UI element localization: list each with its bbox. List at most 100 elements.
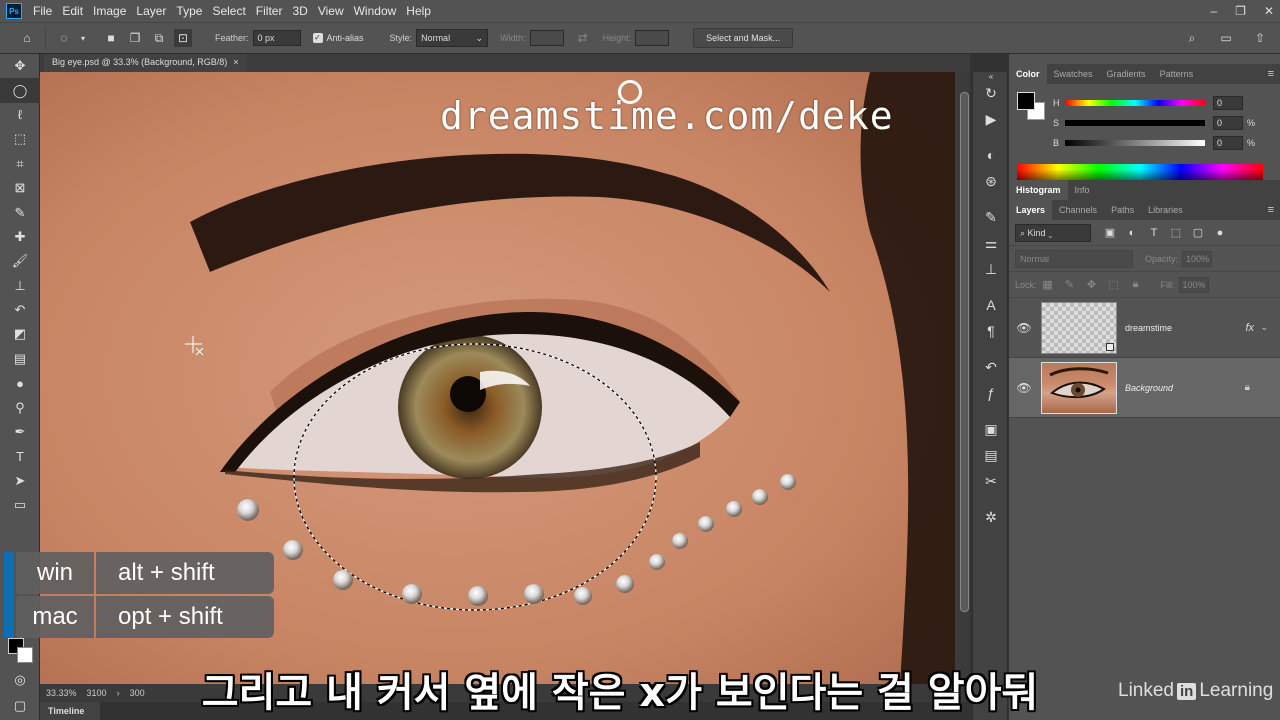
lock-all-icon[interactable]: 🔒︎: [1125, 278, 1147, 291]
hue-slider[interactable]: [1065, 100, 1205, 106]
style-select[interactable]: Normal ⌄: [416, 29, 489, 47]
tab-paths[interactable]: Paths: [1104, 200, 1141, 220]
lock-image-icon[interactable]: ✎: [1059, 278, 1081, 291]
menu-help[interactable]: Help: [401, 4, 436, 18]
hue-input[interactable]: 0: [1213, 96, 1243, 110]
saturation-slider[interactable]: [1065, 120, 1205, 126]
move-tool-icon[interactable]: ✥: [0, 54, 40, 78]
filter-smart-object-icon[interactable]: ▢: [1187, 226, 1209, 239]
tab-swatches[interactable]: Swatches: [1047, 64, 1100, 84]
foreground-background-swatches[interactable]: [8, 638, 36, 666]
menu-edit[interactable]: Edit: [57, 4, 88, 18]
menu-view[interactable]: View: [313, 4, 349, 18]
elliptical-marquee-tool-icon[interactable]: ◯: [0, 78, 40, 103]
color-fg-bg-swatch[interactable]: [1017, 92, 1047, 122]
blur-tool-icon[interactable]: ●: [0, 371, 40, 395]
lock-transparent-icon[interactable]: ▦: [1037, 278, 1059, 291]
menu-image[interactable]: Image: [88, 4, 131, 18]
anti-alias-checkbox[interactable]: ✓: [312, 33, 323, 43]
type-tool-icon[interactable]: T: [0, 444, 40, 468]
brightness-input[interactable]: 0: [1213, 136, 1243, 150]
tab-libraries[interactable]: Libraries: [1141, 200, 1190, 220]
menu-file[interactable]: File: [28, 4, 57, 18]
layer-name[interactable]: dreamstime: [1125, 323, 1172, 333]
layer-row[interactable]: 👁︎ dreamstime fx ⌄: [1009, 298, 1280, 358]
search-icon[interactable]: ⌕: [1183, 29, 1201, 47]
new-selection-icon[interactable]: ■: [102, 29, 120, 47]
frame-tool-icon[interactable]: ⊠: [0, 176, 40, 200]
visibility-eye-icon[interactable]: 👁︎: [1009, 381, 1039, 395]
subtract-from-selection-icon[interactable]: ⧉: [150, 29, 168, 47]
add-to-selection-icon[interactable]: ❐: [126, 29, 144, 47]
fx-icon[interactable]: fx: [1245, 322, 1254, 334]
brush-settings-icon[interactable]: ⚌: [973, 230, 1009, 256]
close-icon[interactable]: ✕: [1264, 4, 1274, 18]
close-tab-icon[interactable]: ×: [233, 57, 238, 69]
saturation-input[interactable]: 0: [1213, 116, 1243, 130]
select-and-mask-button[interactable]: Select and Mask...: [693, 28, 794, 48]
history-panel-icon[interactable]: ↻: [973, 80, 1009, 106]
tab-color[interactable]: Color: [1009, 64, 1047, 84]
layer-name[interactable]: Background: [1125, 383, 1173, 393]
chevron-down-icon[interactable]: ▾: [79, 29, 87, 47]
height-input[interactable]: [635, 30, 670, 46]
properties-panel-icon[interactable]: ▣: [973, 416, 1009, 442]
photoshop-logo-icon[interactable]: Ps: [6, 3, 22, 19]
foreground-color-swatch[interactable]: [1017, 92, 1035, 110]
paragraph-panel-icon[interactable]: ¶: [973, 318, 1009, 344]
healing-brush-tool-icon[interactable]: ✚: [0, 225, 40, 249]
blend-mode-select[interactable]: Normal: [1015, 249, 1133, 268]
menu-window[interactable]: Window: [349, 4, 402, 18]
swap-icon[interactable]: ⇄: [574, 29, 592, 47]
canvas-vertical-scrollbar[interactable]: [955, 72, 970, 684]
panel-menu-icon[interactable]: ≡: [1268, 204, 1274, 216]
filter-toggle-icon[interactable]: ●: [1209, 227, 1231, 239]
tab-info[interactable]: Info: [1068, 180, 1097, 200]
kind-filter-select[interactable]: ⌕ Kind ⌄: [1015, 223, 1091, 242]
gradient-tool-icon[interactable]: ▤: [0, 347, 40, 371]
3d-panel-icon[interactable]: ✲: [973, 504, 1009, 530]
filter-type-icon[interactable]: T: [1143, 227, 1165, 239]
tab-channels[interactable]: Channels: [1052, 200, 1104, 220]
menu-layer[interactable]: Layer: [131, 4, 171, 18]
restore-icon[interactable]: ❐: [1235, 4, 1246, 18]
opacity-input[interactable]: 100%: [1182, 250, 1213, 267]
minimize-icon[interactable]: –: [1210, 4, 1217, 18]
fx-panel-icon[interactable]: ƒ: [973, 380, 1009, 406]
tab-histogram[interactable]: Histogram: [1009, 180, 1068, 200]
background-color-swatch[interactable]: [17, 647, 33, 663]
tab-gradients[interactable]: Gradients: [1100, 64, 1153, 84]
dodge-tool-icon[interactable]: ⚲: [0, 395, 40, 419]
actions-panel-icon[interactable]: ▶: [973, 106, 1009, 132]
pen-tool-icon[interactable]: ✒: [0, 420, 40, 444]
brightness-slider[interactable]: [1065, 140, 1205, 146]
character-panel-icon[interactable]: A: [973, 292, 1009, 318]
history-brush-icon[interactable]: ↶: [973, 354, 1009, 380]
tab-layers[interactable]: Layers: [1009, 200, 1053, 220]
filter-shape-icon[interactable]: ⬚: [1165, 226, 1187, 239]
workspace-icon[interactable]: ▭: [1217, 29, 1235, 47]
document-tab[interactable]: Big eye.psd @ 33.3% (Background, RGB/8) …: [44, 54, 247, 72]
screen-mode-icon[interactable]: ▢: [0, 694, 40, 718]
eraser-tool-icon[interactable]: ◩: [0, 322, 40, 346]
share-icon[interactable]: ⇧: [1251, 29, 1269, 47]
panel-menu-icon[interactable]: ≡: [1268, 68, 1274, 80]
path-selection-tool-icon[interactable]: ➤: [0, 469, 40, 493]
eyedropper-tool-icon[interactable]: ✎: [0, 200, 40, 224]
filter-pixel-icon[interactable]: ▣: [1099, 226, 1121, 239]
width-input[interactable]: [529, 30, 564, 46]
tool-presets-icon[interactable]: ✂: [973, 468, 1009, 494]
lasso-tool-icon[interactable]: ℓ: [0, 103, 40, 127]
history-brush-tool-icon[interactable]: ↶: [0, 298, 40, 322]
clone-stamp-tool-icon[interactable]: ⊥: [0, 274, 40, 298]
notes-panel-icon[interactable]: ▤: [973, 442, 1009, 468]
clone-source-icon[interactable]: ⊥: [973, 256, 1009, 282]
brushes-panel-icon[interactable]: ✎: [973, 204, 1009, 230]
crop-tool-icon[interactable]: ⌗: [0, 152, 40, 176]
chevron-down-icon[interactable]: ⌄: [1260, 322, 1268, 333]
intersect-selection-icon[interactable]: ⊡: [174, 29, 192, 47]
menu-3d[interactable]: 3D: [287, 4, 312, 18]
styles-panel-icon[interactable]: ⊛: [973, 168, 1009, 194]
menu-filter[interactable]: Filter: [251, 4, 288, 18]
timeline-tab[interactable]: Timeline: [40, 702, 100, 720]
